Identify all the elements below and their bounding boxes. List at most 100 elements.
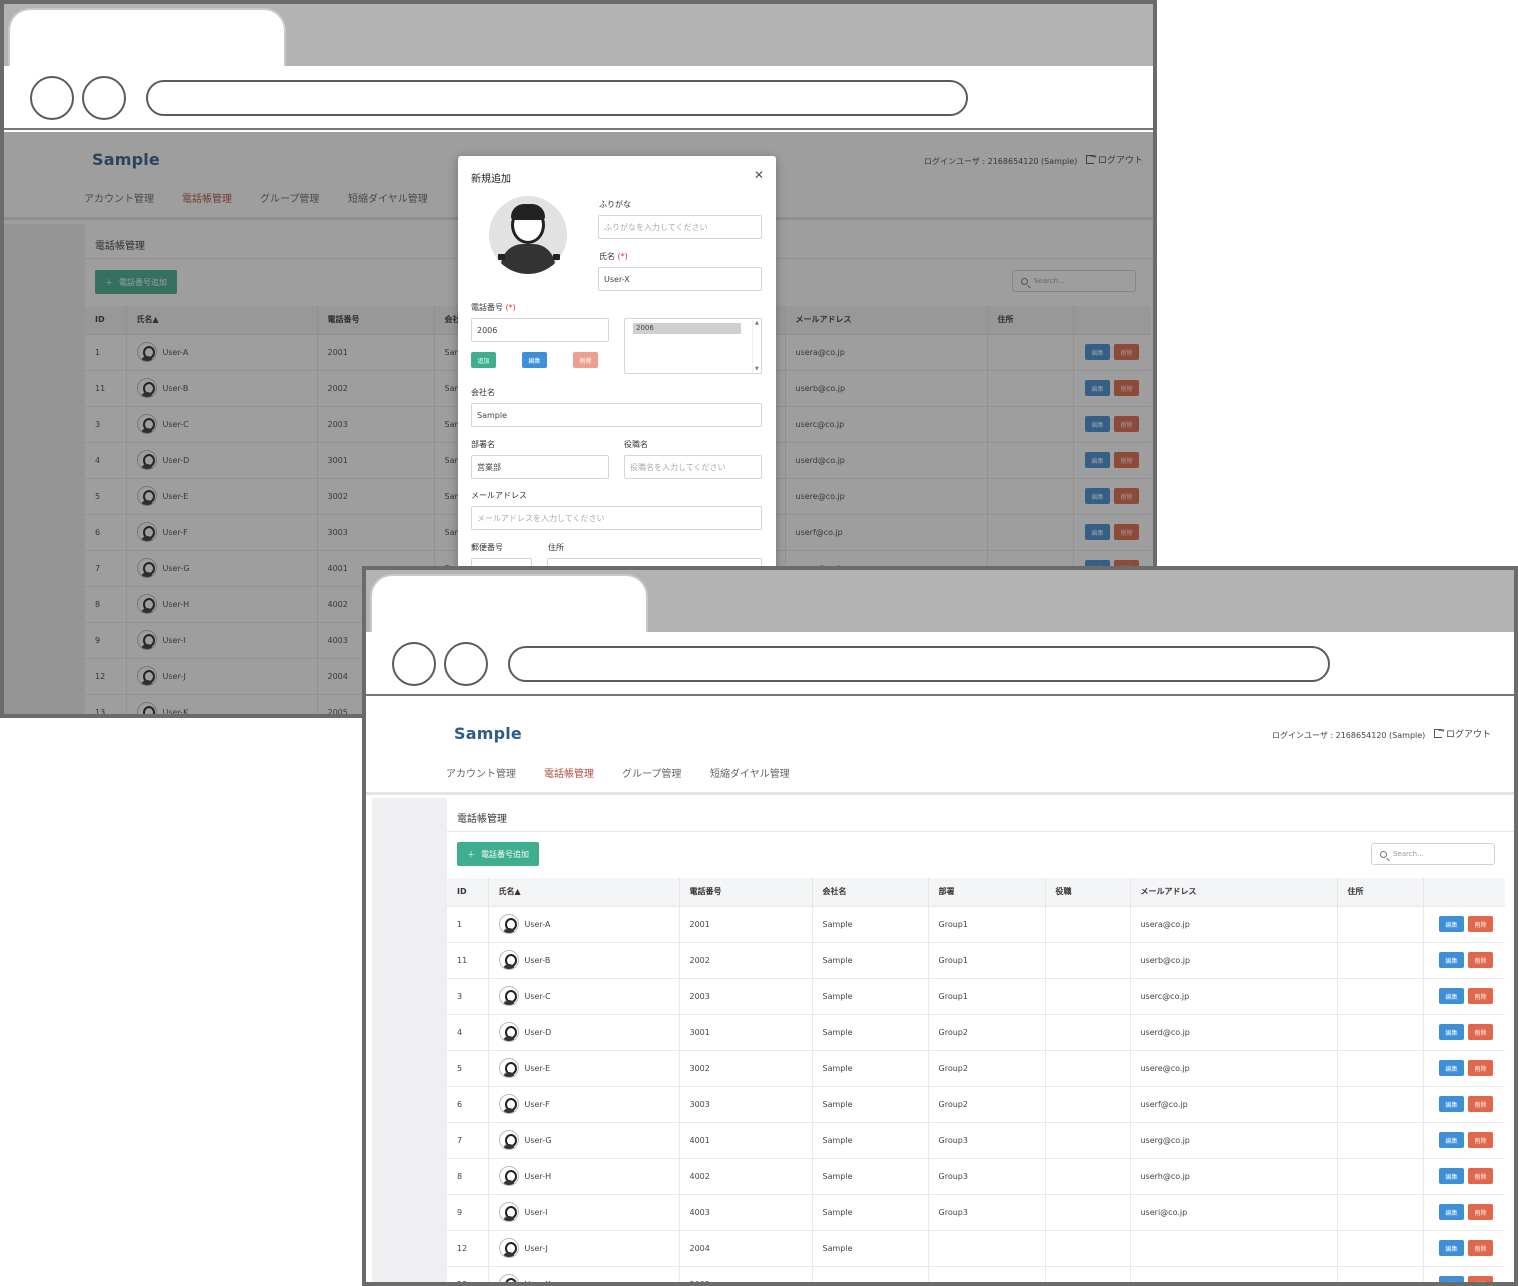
name-cell: User-G <box>488 1121 680 1158</box>
row-actions: 編集削除 <box>1434 1168 1506 1184</box>
cell-title <box>1045 1049 1131 1086</box>
phone-add-button[interactable]: 追加 <box>471 352 496 368</box>
cell-address <box>1337 1013 1424 1050</box>
table-header-row: ID氏名▲電話番号会社名部署役職メールアドレス住所 <box>447 878 1505 906</box>
logout-link[interactable]: ログアウト <box>1434 726 1491 740</box>
delete-button[interactable]: 削除 <box>1468 1168 1493 1184</box>
edit-button[interactable]: 編集 <box>1439 1168 1464 1184</box>
phone-list[interactable]: 2006 ▲ ▼ <box>624 318 762 374</box>
nav-group[interactable]: グループ管理 <box>622 765 681 780</box>
edit-button[interactable]: 編集 <box>1439 1204 1464 1220</box>
cell-title <box>1045 1013 1131 1050</box>
name-label: 氏名 (*) <box>599 252 628 261</box>
forward-button[interactable] <box>82 76 126 120</box>
name-cell-content: User-B <box>498 950 679 970</box>
name-input[interactable]: User-X <box>598 267 762 291</box>
column-header <box>1423 878 1505 906</box>
edit-button[interactable]: 編集 <box>1439 1276 1464 1282</box>
scrollbar[interactable]: ▲ ▼ <box>752 319 761 373</box>
delete-button[interactable]: 削除 <box>1468 1060 1493 1076</box>
name-cell: User-E <box>488 1049 680 1086</box>
table-row: 6 User-F 3003SampleGroup2 userf@co.jp 編集削除 <box>447 1085 1505 1122</box>
row-actions: 編集削除 <box>1434 952 1506 968</box>
cell-dept: Group1 <box>928 905 1046 942</box>
delete-button[interactable]: 削除 <box>1468 916 1493 932</box>
address-bar[interactable] <box>508 646 1330 682</box>
email-input[interactable]: メールアドレスを入力してください <box>471 506 762 530</box>
company-input[interactable]: Sample <box>471 403 762 427</box>
phone-list-item[interactable]: 2006 <box>633 323 741 334</box>
phone-delete-button[interactable]: 削除 <box>573 352 598 368</box>
close-icon[interactable]: ✕ <box>754 168 764 182</box>
edit-button[interactable]: 編集 <box>1439 1132 1464 1148</box>
column-header[interactable]: 氏名▲ <box>488 878 680 906</box>
delete-button[interactable]: 削除 <box>1468 952 1493 968</box>
edit-button[interactable]: 編集 <box>1439 1060 1464 1076</box>
page-viewport: Sample ログインユーザ : 2168654120 (Sample) ログア… <box>366 698 1514 1282</box>
furigana-input[interactable]: ふりがなを入力してください <box>598 215 762 239</box>
add-phone-button[interactable]: ＋ 電話番号追加 <box>457 842 539 866</box>
browser-tab[interactable] <box>370 574 648 632</box>
edit-button[interactable]: 編集 <box>1439 916 1464 932</box>
cell-title <box>1045 1085 1131 1122</box>
avatar <box>498 914 519 934</box>
avatar-body <box>501 244 555 274</box>
name-cell: User-F <box>488 1085 680 1122</box>
cell-address <box>1337 1121 1424 1158</box>
position-input[interactable]: 役職名を入力してください <box>624 455 762 479</box>
browser-tab[interactable] <box>8 8 286 66</box>
name-cell: User-I <box>488 1193 680 1230</box>
search-input[interactable]: Search... <box>1371 843 1495 865</box>
cell-email <box>1130 1265 1338 1282</box>
cell-address <box>1337 1229 1424 1266</box>
cell-id: 4 <box>447 1013 489 1050</box>
row-actions: 編集削除 <box>1434 1276 1506 1282</box>
nav-phonebook[interactable]: 電話帳管理 <box>544 765 594 780</box>
delete-button[interactable]: 削除 <box>1468 1096 1493 1112</box>
cell-email: usera@co.jp <box>1130 905 1338 942</box>
delete-button[interactable]: 削除 <box>1468 1024 1493 1040</box>
scroll-down-icon[interactable]: ▼ <box>755 366 759 372</box>
cell-address <box>1337 1157 1424 1194</box>
name-cell: User-C <box>488 977 680 1014</box>
cell-dept: Group3 <box>928 1121 1046 1158</box>
dept-label: 部署名 <box>471 440 495 449</box>
edit-button[interactable]: 編集 <box>1439 1024 1464 1040</box>
edit-button[interactable]: 編集 <box>1439 952 1464 968</box>
name-cell-content: User-C <box>498 986 679 1006</box>
edit-button[interactable]: 編集 <box>1439 1096 1464 1112</box>
back-button[interactable] <box>30 76 74 120</box>
scroll-up-icon[interactable]: ▲ <box>755 320 759 326</box>
forward-button[interactable] <box>444 642 488 686</box>
dept-input[interactable]: 営業部 <box>471 455 609 479</box>
cell-phone: 4002 <box>679 1157 813 1194</box>
avatar-image[interactable] <box>489 196 567 274</box>
edit-button[interactable]: 編集 <box>1439 988 1464 1004</box>
delete-button[interactable]: 削除 <box>1468 1132 1493 1148</box>
camera-icon[interactable] <box>553 254 560 260</box>
cell-email: userd@co.jp <box>1130 1013 1338 1050</box>
name-cell: User-H <box>488 1157 680 1194</box>
phone-label: 電話番号 (*) <box>471 303 516 312</box>
cell-phone: 3003 <box>679 1085 813 1122</box>
delete-button[interactable]: 削除 <box>1468 1240 1493 1256</box>
user-name: User-E <box>524 1063 551 1073</box>
edit-button[interactable]: 編集 <box>1439 1240 1464 1256</box>
nav-account[interactable]: アカウント管理 <box>446 765 516 780</box>
remove-photo-icon[interactable] <box>498 254 505 260</box>
phone-edit-button[interactable]: 編集 <box>522 352 547 368</box>
address-bar[interactable] <box>146 80 968 116</box>
actions-cell: 編集削除 <box>1423 1265 1506 1282</box>
phone-input[interactable]: 2006 <box>471 318 609 342</box>
cell-title <box>1045 1157 1131 1194</box>
cell-phone: 3001 <box>679 1013 813 1050</box>
user-name: User-D <box>524 1027 552 1037</box>
nav-speed-dial[interactable]: 短縮ダイヤル管理 <box>710 765 790 780</box>
delete-button[interactable]: 削除 <box>1468 988 1493 1004</box>
back-button[interactable] <box>392 642 436 686</box>
cell-company: Sample <box>812 1193 929 1230</box>
delete-button[interactable]: 削除 <box>1468 1204 1493 1220</box>
delete-button[interactable]: 削除 <box>1468 1276 1493 1282</box>
phonebook-table: ID氏名▲電話番号会社名部署役職メールアドレス住所1User-A2001Samp… <box>447 878 1505 1282</box>
cell-id: 6 <box>447 1085 489 1122</box>
